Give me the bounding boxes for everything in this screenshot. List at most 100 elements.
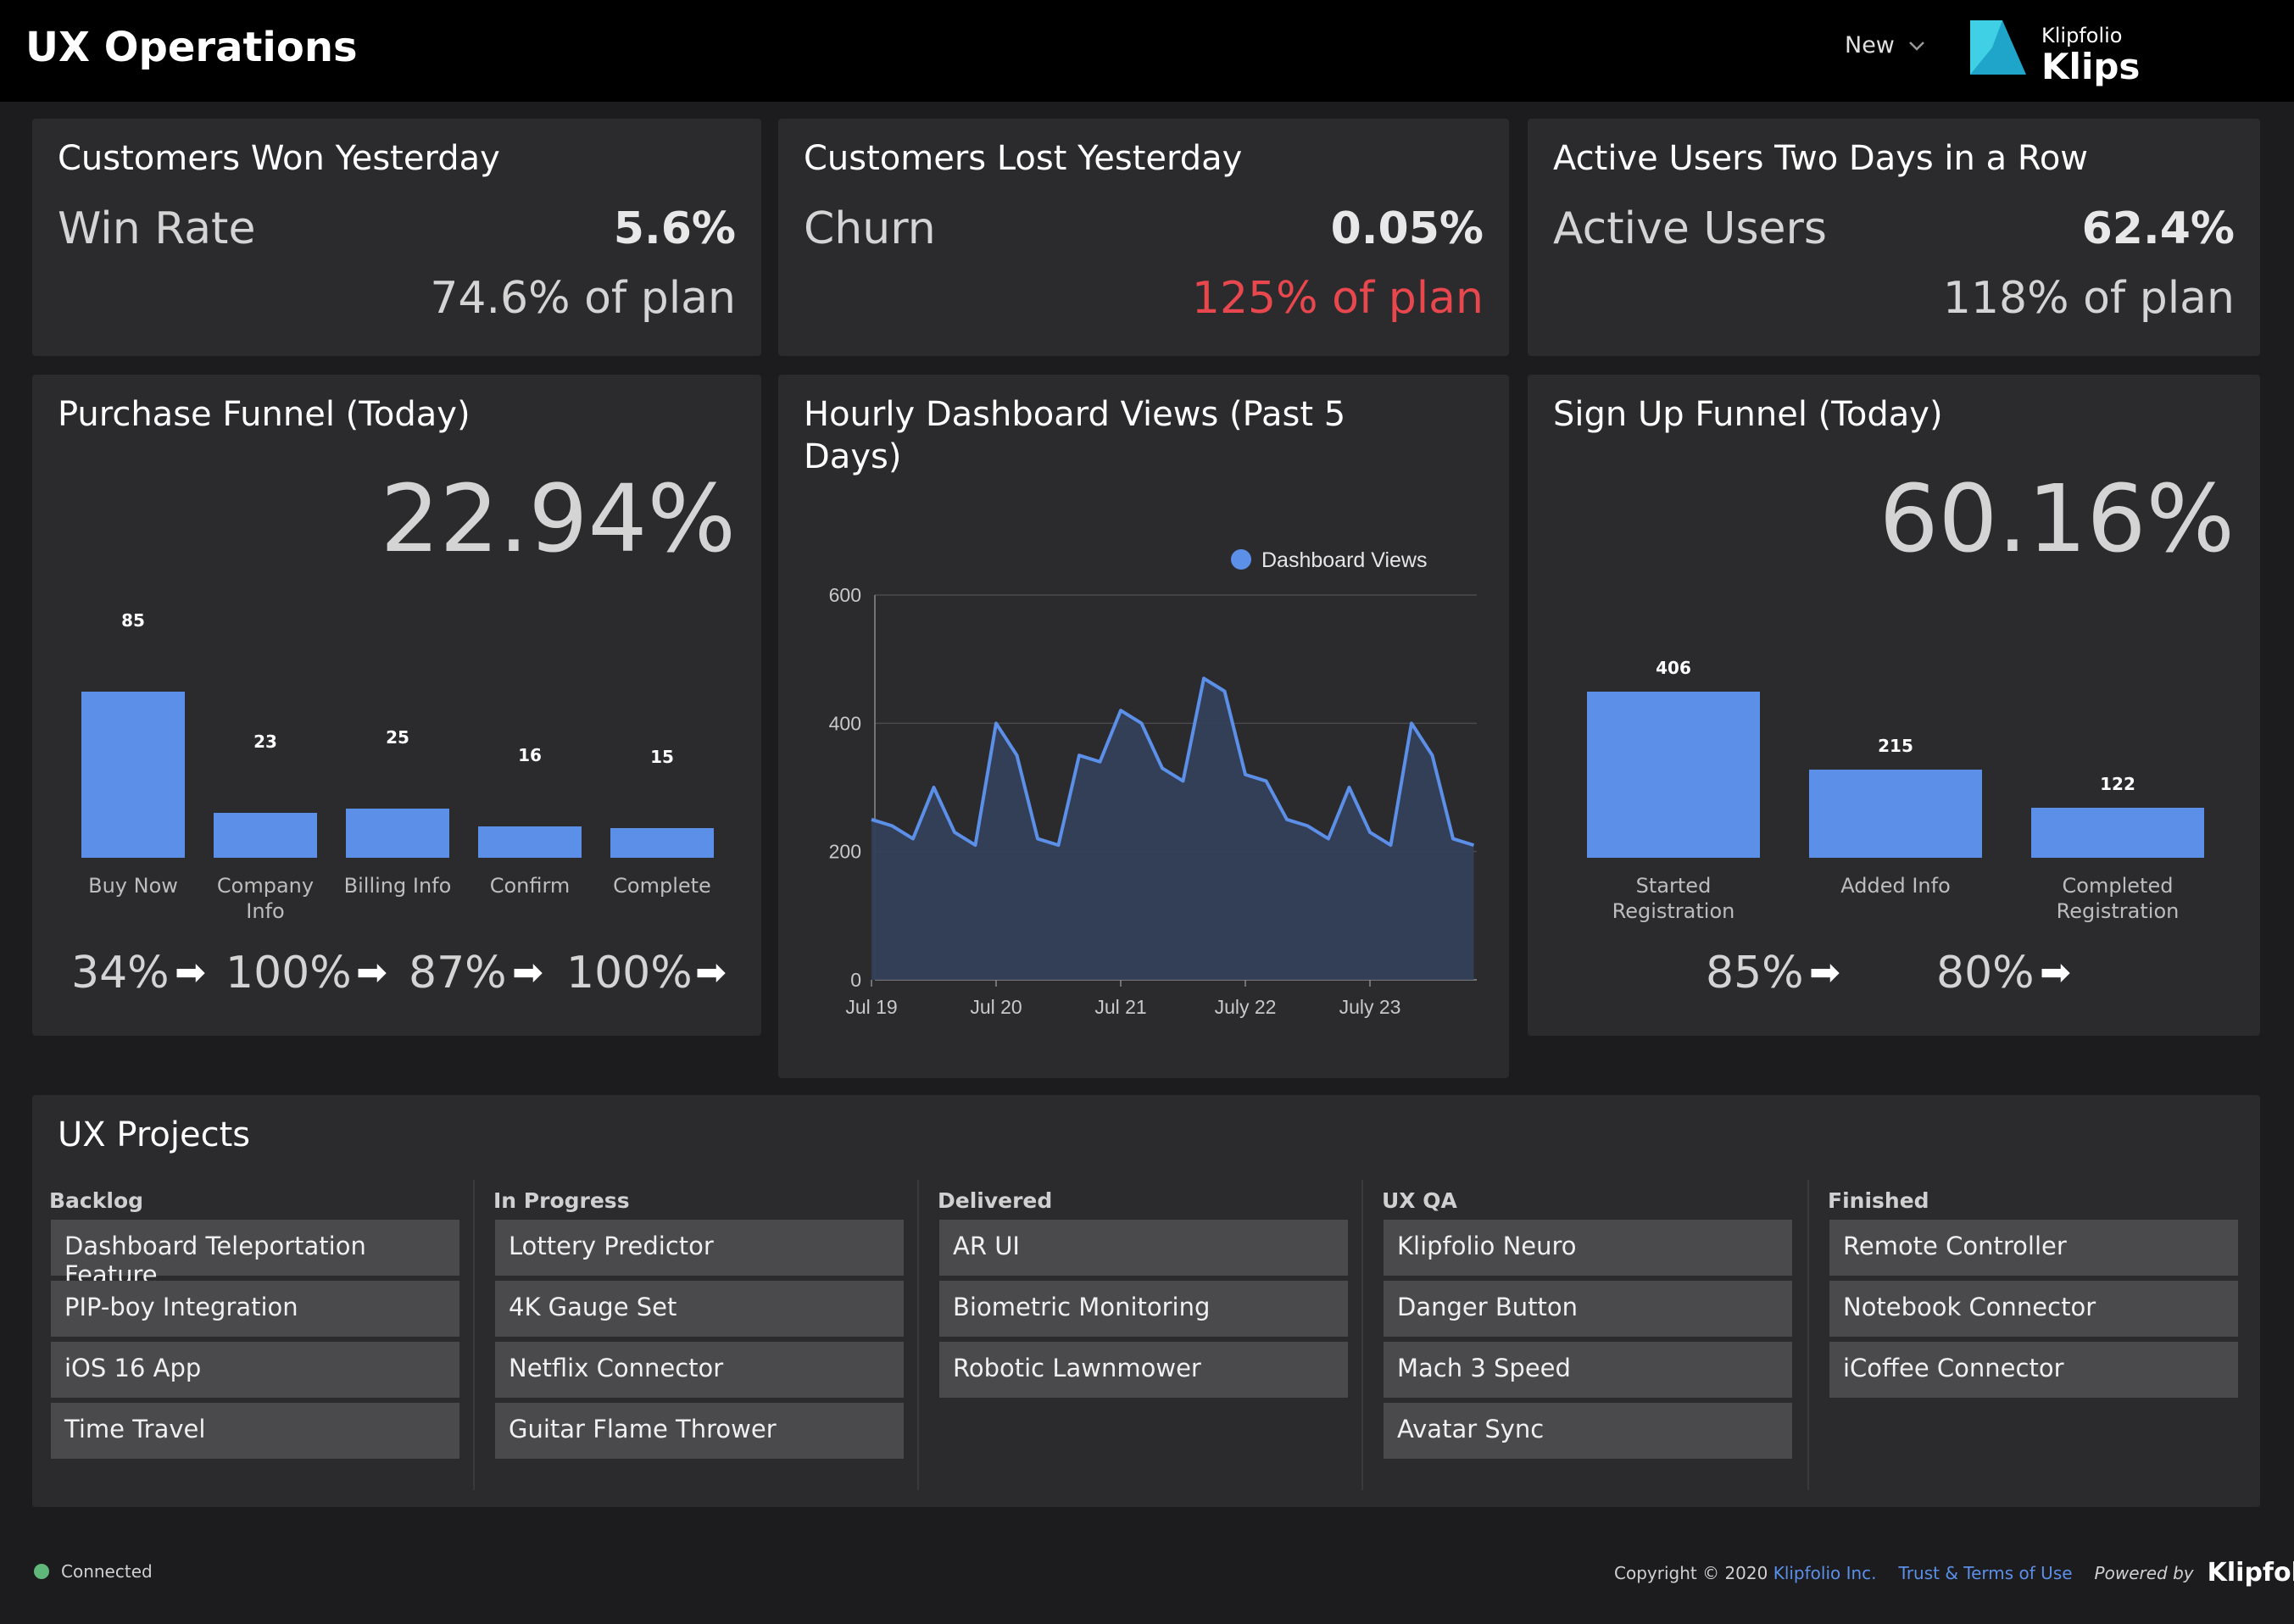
new-menu-label: New bbox=[1845, 32, 1895, 58]
project-card[interactable]: Klipfolio Neuro bbox=[1384, 1220, 1792, 1276]
column-header: Backlog bbox=[49, 1188, 144, 1213]
funnel-bar bbox=[1587, 692, 1760, 858]
project-card[interactable]: Remote Controller bbox=[1829, 1220, 2238, 1276]
kpi-panel-customers-won: Customers Won Yesterday Win Rate 5.6% 74… bbox=[32, 119, 761, 356]
top-bar: UX Operations New Klipfolio Klips bbox=[0, 0, 2294, 102]
project-card[interactable]: Danger Button bbox=[1384, 1281, 1792, 1337]
column-divider bbox=[473, 1180, 475, 1490]
bar-category-label: Buy Now bbox=[88, 874, 178, 898]
bar-category-label: Confirm bbox=[489, 874, 571, 898]
project-card[interactable]: Biometric Monitoring bbox=[939, 1281, 1348, 1337]
kpi-value: 62.4% bbox=[2081, 203, 2235, 254]
kpi-plan-comparison: 125% of plan bbox=[1191, 273, 1484, 324]
project-card[interactable]: Avatar Sync bbox=[1384, 1403, 1792, 1459]
project-card[interactable]: Time Travel bbox=[51, 1403, 459, 1459]
funnel-bar bbox=[346, 809, 449, 858]
project-card[interactable]: iCoffee Connector bbox=[1829, 1342, 2238, 1398]
bar-category-label: Completed Registration bbox=[2056, 874, 2180, 923]
bar-value-label: 16 bbox=[518, 745, 542, 766]
copyright-label: Copyright © 2020 bbox=[1614, 1562, 1768, 1583]
bar-category-label: Billing Info bbox=[343, 874, 452, 898]
funnel-conversion-rate: 60.16% bbox=[1879, 464, 2235, 573]
bar-category-label: Company Info bbox=[216, 874, 315, 923]
y-tick-label: 400 bbox=[829, 712, 861, 734]
project-card[interactable]: Robotic Lawnmower bbox=[939, 1342, 1348, 1398]
company-link[interactable]: Klipfolio Inc. bbox=[1773, 1563, 1877, 1583]
x-tick-label: Jul 19 bbox=[845, 996, 897, 1018]
status-dot-icon bbox=[34, 1564, 49, 1579]
panel-title: Customers Won Yesterday bbox=[58, 139, 500, 178]
new-menu-button[interactable]: New bbox=[1845, 32, 1925, 58]
bar-category-label: Started Registration bbox=[1612, 874, 1735, 923]
signup-funnel-panel: Sign Up Funnel (Today) 60.16% 406 Started… bbox=[1528, 375, 2260, 1036]
arrow-right-icon: ➡ bbox=[175, 951, 206, 994]
bar-value-label: 122 bbox=[2100, 774, 2135, 795]
kpi-plan-comparison: 74.6% of plan bbox=[430, 273, 736, 324]
logo-text-klipfolio: Klipfolio bbox=[2041, 24, 2123, 47]
project-card[interactable]: Mach 3 Speed bbox=[1384, 1342, 1792, 1398]
step-rate: 34% bbox=[71, 948, 170, 998]
panel-title: Active Users Two Days in a Row bbox=[1553, 139, 2089, 178]
project-card[interactable]: PIP-boy Integration bbox=[51, 1281, 459, 1337]
legend-marker-icon bbox=[1231, 549, 1251, 570]
step-rate: 100% bbox=[226, 948, 352, 998]
klipfolio-footer-logo[interactable]: Klipfolio bbox=[2208, 1558, 2294, 1588]
bar-value-label: 15 bbox=[650, 747, 674, 768]
bar-category-label: Added Info bbox=[1840, 874, 1951, 898]
project-card[interactable]: Guitar Flame Thrower bbox=[495, 1403, 904, 1459]
project-card[interactable]: Dashboard Teleportation Feature bbox=[51, 1220, 459, 1289]
dashboard-views-line-chart: 0 200 400 600 Jul 19 Jul 20 Jul 21 July 22 July … bbox=[829, 548, 1477, 1018]
step-rate: 100% bbox=[566, 948, 693, 998]
bar-value-label: 85 bbox=[121, 610, 145, 631]
terms-link[interactable]: Trust & Terms of Use bbox=[1899, 1563, 2073, 1583]
arrow-right-icon: ➡ bbox=[695, 951, 727, 994]
powered-by-label: Powered by bbox=[2094, 1562, 2194, 1583]
kpi-value: 5.6% bbox=[613, 203, 736, 254]
connection-status: Connected bbox=[34, 1561, 153, 1582]
connection-status-label: Connected bbox=[61, 1561, 153, 1582]
column-header: UX QA bbox=[1382, 1188, 1457, 1213]
project-card[interactable]: Lottery Predictor bbox=[495, 1220, 904, 1276]
panel-title: Customers Lost Yesterday bbox=[804, 139, 1243, 178]
klipfolio-klips-logo[interactable]: Klipfolio Klips bbox=[1968, 17, 2140, 87]
y-tick-label: 0 bbox=[850, 969, 861, 991]
bar-value-label: 215 bbox=[1878, 736, 1913, 757]
funnel-bar bbox=[478, 826, 582, 858]
legend-label: Dashboard Views bbox=[1261, 548, 1427, 572]
project-card[interactable]: iOS 16 App bbox=[51, 1342, 459, 1398]
arrow-right-icon: ➡ bbox=[2040, 951, 2071, 994]
copyright-text: Copyright © 2020 Klipfolio Inc. bbox=[1614, 1563, 1877, 1583]
bar-value-label: 406 bbox=[1656, 658, 1691, 678]
y-tick-label: 200 bbox=[829, 841, 861, 863]
kpi-panel-customers-lost: Customers Lost Yesterday Churn 0.05% 125… bbox=[778, 119, 1509, 356]
powered-by: Powered by Klipfolio bbox=[2095, 1558, 2294, 1588]
dashboard-title: UX Operations bbox=[25, 24, 358, 71]
funnel-bar bbox=[2031, 808, 2204, 858]
arrow-right-icon: ➡ bbox=[1809, 951, 1840, 994]
bar-value-label: 25 bbox=[386, 727, 409, 748]
project-card[interactable]: Notebook Connector bbox=[1829, 1281, 2238, 1337]
x-tick-label: July 23 bbox=[1339, 996, 1401, 1018]
project-card[interactable]: Netflix Connector bbox=[495, 1342, 904, 1398]
project-card[interactable]: AR UI bbox=[939, 1220, 1348, 1276]
column-header: Delivered bbox=[938, 1188, 1053, 1213]
kpi-label: Churn bbox=[804, 203, 936, 254]
funnel-conversion-rate: 22.94% bbox=[380, 464, 736, 573]
project-card[interactable]: 4K Gauge Set bbox=[495, 1281, 904, 1337]
funnel-bar bbox=[214, 812, 317, 858]
chevron-down-icon bbox=[1909, 41, 1924, 51]
funnel-bar bbox=[1809, 770, 1982, 858]
arrow-right-icon: ➡ bbox=[356, 951, 387, 994]
funnel-bar bbox=[81, 692, 185, 858]
footer: Copyright © 2020 Klipfolio Inc. Trust & … bbox=[1614, 1558, 2294, 1588]
purchase-funnel-panel: Purchase Funnel (Today) 22.94% 85 Buy Now… bbox=[32, 375, 761, 1036]
panel-title: Sign Up Funnel (Today) bbox=[1553, 395, 1943, 434]
kpi-panel-active-users: Active Users Two Days in a Row Active Us… bbox=[1528, 119, 2260, 356]
panel-title: UX Projects bbox=[58, 1115, 251, 1154]
column-header: Finished bbox=[1828, 1188, 1929, 1213]
bar-value-label: 23 bbox=[253, 731, 277, 752]
kpi-value: 0.05% bbox=[1330, 203, 1484, 254]
column-divider bbox=[1361, 1180, 1363, 1490]
panel-title: Purchase Funnel (Today) bbox=[58, 395, 470, 434]
funnel-bar bbox=[610, 828, 714, 858]
